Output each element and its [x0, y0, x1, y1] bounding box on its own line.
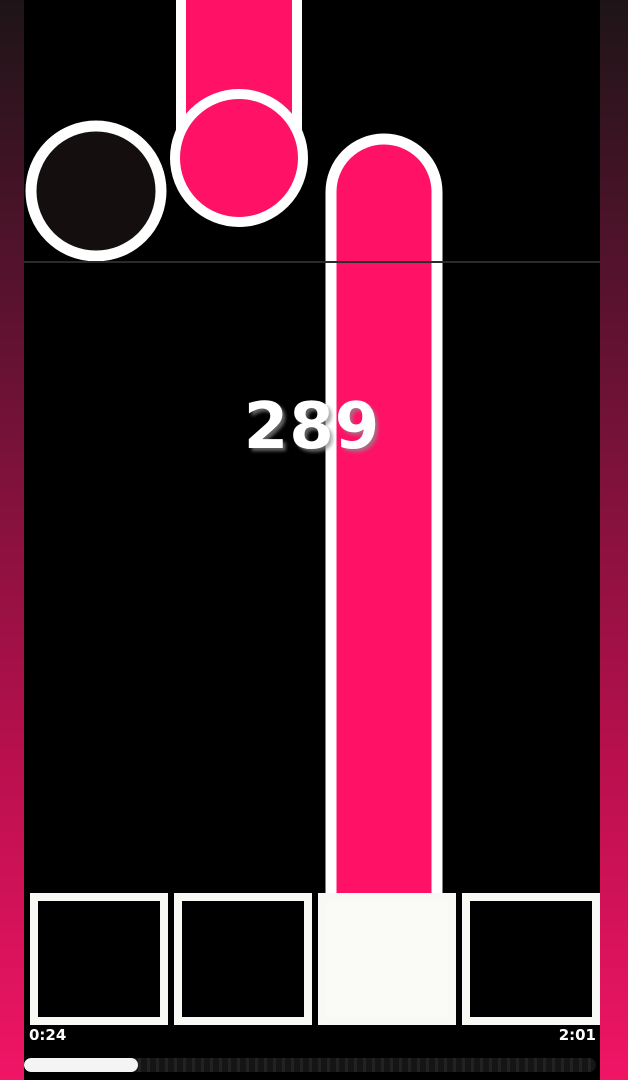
total-time: 2:01: [558, 1026, 596, 1044]
song-progress-fill: [24, 1058, 139, 1072]
elapsed-time: 0:24: [29, 1026, 67, 1044]
left-side-gradient: [0, 0, 24, 1080]
song-progress-bar[interactable]: [24, 1058, 596, 1072]
lane-1-empty-note: [25, 120, 167, 262]
lane-2-tap-note: [170, 89, 308, 227]
right-side-gradient: [600, 0, 628, 1080]
lane-3-key[interactable]: [318, 893, 456, 1025]
lane-4-key[interactable]: [462, 893, 600, 1025]
score-counter: 289: [243, 390, 381, 464]
lane-2-key[interactable]: [174, 893, 312, 1025]
judgement-line: [24, 261, 600, 263]
lane-3-hold-note: [325, 133, 443, 906]
play-field[interactable]: 289: [24, 0, 600, 1080]
lane-1-key[interactable]: [30, 893, 168, 1025]
